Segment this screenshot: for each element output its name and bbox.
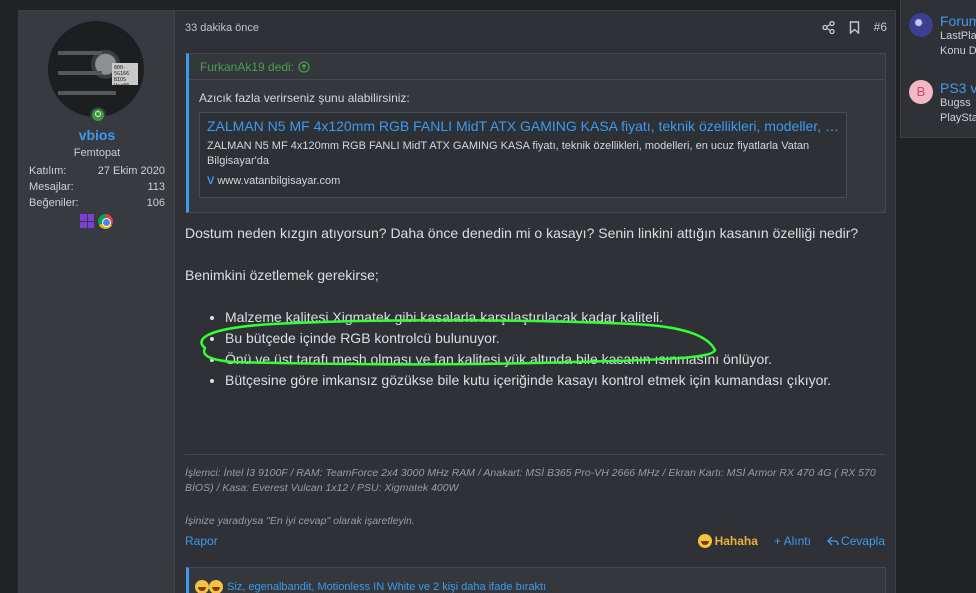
- reply-icon: [827, 536, 839, 545]
- thread-meta: Konu D: [940, 45, 976, 57]
- quote-author-bar[interactable]: FurkanAk19 dedi:: [189, 54, 885, 80]
- windows-icon: [80, 214, 94, 228]
- laughing-emoji-icon: [195, 580, 209, 593]
- sidebar-thread-item[interactable]: Forum LastPla Konu D: [909, 13, 976, 59]
- laughing-emoji-icon: [209, 580, 223, 593]
- link-preview-domain: V www.vatanbilgisayar.com: [207, 175, 839, 187]
- post-tools: #6: [821, 20, 887, 34]
- laughing-emoji-icon: [697, 534, 712, 548]
- reaction-text[interactable]: Siz, egenalbandit, Motionless IN White v…: [227, 581, 546, 593]
- post-actions: Rapor Hahaha + Alıntı Cevapla: [185, 534, 885, 548]
- signature: İşlemci: İntel İ3 9100F / RAM: TeamForce…: [185, 454, 885, 529]
- arrow-up-circle-icon[interactable]: [298, 60, 310, 73]
- signature-specs: İşlemci: İntel İ3 9100F / RAM: TeamForce…: [185, 467, 876, 494]
- list-item: Bütçesine göre imkansız gözükse bile kut…: [225, 370, 885, 391]
- username[interactable]: vbios: [19, 127, 175, 143]
- stat-joined: Katılım: 27 Ekim 2020: [29, 165, 165, 181]
- reply-label: Cevapla: [840, 534, 885, 548]
- message-paragraph: Dostum neden kızgın atıyorsun? Daha önce…: [185, 225, 859, 241]
- online-status-icon: [90, 107, 106, 123]
- avatar[interactable]: 800-5G166 BIOS Ver00: [48, 21, 144, 117]
- quote-author[interactable]: FurkanAk19 dedi:: [200, 54, 294, 80]
- list-item: Önü ve üst tarafı mesh olması ve fan kal…: [225, 349, 885, 370]
- forum-post: 800-5G166 BIOS Ver00 vbios Femtopat Katıl…: [18, 10, 896, 593]
- link-preview[interactable]: ZALMAN N5 MF 4x120mm RGB FANLI MidT ATX …: [199, 112, 847, 198]
- user-badges: [80, 214, 113, 229]
- link-preview-title[interactable]: ZALMAN N5 MF 4x120mm RGB FANLI MidT ATX …: [207, 118, 839, 134]
- report-button[interactable]: Rapor: [185, 534, 218, 548]
- post-timestamp[interactable]: 33 dakika önce: [185, 22, 259, 34]
- list-item: Malzeme kalitesi Xigmatek gibi kasalarla…: [225, 307, 885, 328]
- quote-button[interactable]: + Alıntı: [774, 534, 811, 548]
- stat-value: 27 Ekim 2020: [97, 165, 165, 177]
- stat-value: 113: [147, 181, 165, 193]
- user-info-panel: 800-5G166 BIOS Ver00 vbios Femtopat Katıl…: [19, 11, 175, 593]
- thread-meta: PlaySta: [940, 112, 976, 124]
- avatar[interactable]: [909, 13, 933, 37]
- list-item: Bu bütçede içinde RGB kontrolcü bulunuyo…: [225, 328, 885, 349]
- reaction-summary[interactable]: Siz, egenalbandit, Motionless IN White v…: [186, 567, 886, 593]
- stat-label: Beğeniler:: [29, 197, 79, 209]
- domain-text: www.vatanbilgisayar.com: [217, 175, 341, 187]
- thread-meta: Bugss: [940, 97, 971, 109]
- post-main: 33 dakika önce #6 FurkanAk19 dedi: Azıcı…: [175, 11, 897, 593]
- reply-button[interactable]: Cevapla: [827, 534, 885, 548]
- user-title: Femtopat: [73, 147, 121, 159]
- user-stats: Katılım: 27 Ekim 2020 Mesajlar: 113 Beğeni…: [29, 165, 165, 213]
- post-message: Dostum neden kızgın atıyorsun? Daha önce…: [185, 223, 885, 391]
- thread-title[interactable]: Forum: [940, 13, 976, 29]
- stat-label: Katılım:: [29, 165, 67, 177]
- message-paragraph: Benimkini özetlemek gerekirse;: [185, 267, 379, 283]
- chrome-icon: [98, 214, 113, 229]
- share-icon[interactable]: [821, 20, 835, 34]
- avatar[interactable]: B: [909, 80, 933, 104]
- feature-list: Malzeme kalitesi Xigmatek gibi kasalarla…: [185, 307, 885, 391]
- post-number[interactable]: #6: [874, 20, 887, 34]
- stat-value: 106: [146, 197, 165, 209]
- vatan-logo-icon: V: [207, 175, 215, 187]
- quote-text: Azıcık fazla verirseniz şunu alabilirsin…: [199, 91, 410, 105]
- stat-likes: Beğeniler: 106: [29, 197, 165, 213]
- thread-meta: LastPla: [940, 30, 976, 42]
- bookmark-icon[interactable]: [849, 20, 860, 34]
- thread-title[interactable]: PS3 vs: [940, 80, 976, 96]
- sidebar-latest: Forum LastPla Konu D B PS3 vs Bugss Play…: [900, 0, 976, 138]
- haha-reaction-button[interactable]: Hahaha: [697, 534, 758, 548]
- stat-label: Mesajlar:: [29, 181, 74, 193]
- link-preview-description: ZALMAN N5 MF 4x120mm RGB FANLI MidT ATX …: [207, 140, 810, 167]
- haha-label: Hahaha: [714, 534, 758, 548]
- stat-messages: Mesajlar: 113: [29, 181, 165, 197]
- signature-note: İşinize yaradıysa "En iyi cevap" olarak …: [185, 515, 415, 527]
- sidebar-thread-item[interactable]: B PS3 vs Bugss PlaySta: [909, 80, 976, 126]
- quote-block: FurkanAk19 dedi: Azıcık fazla verirseniz…: [186, 53, 886, 213]
